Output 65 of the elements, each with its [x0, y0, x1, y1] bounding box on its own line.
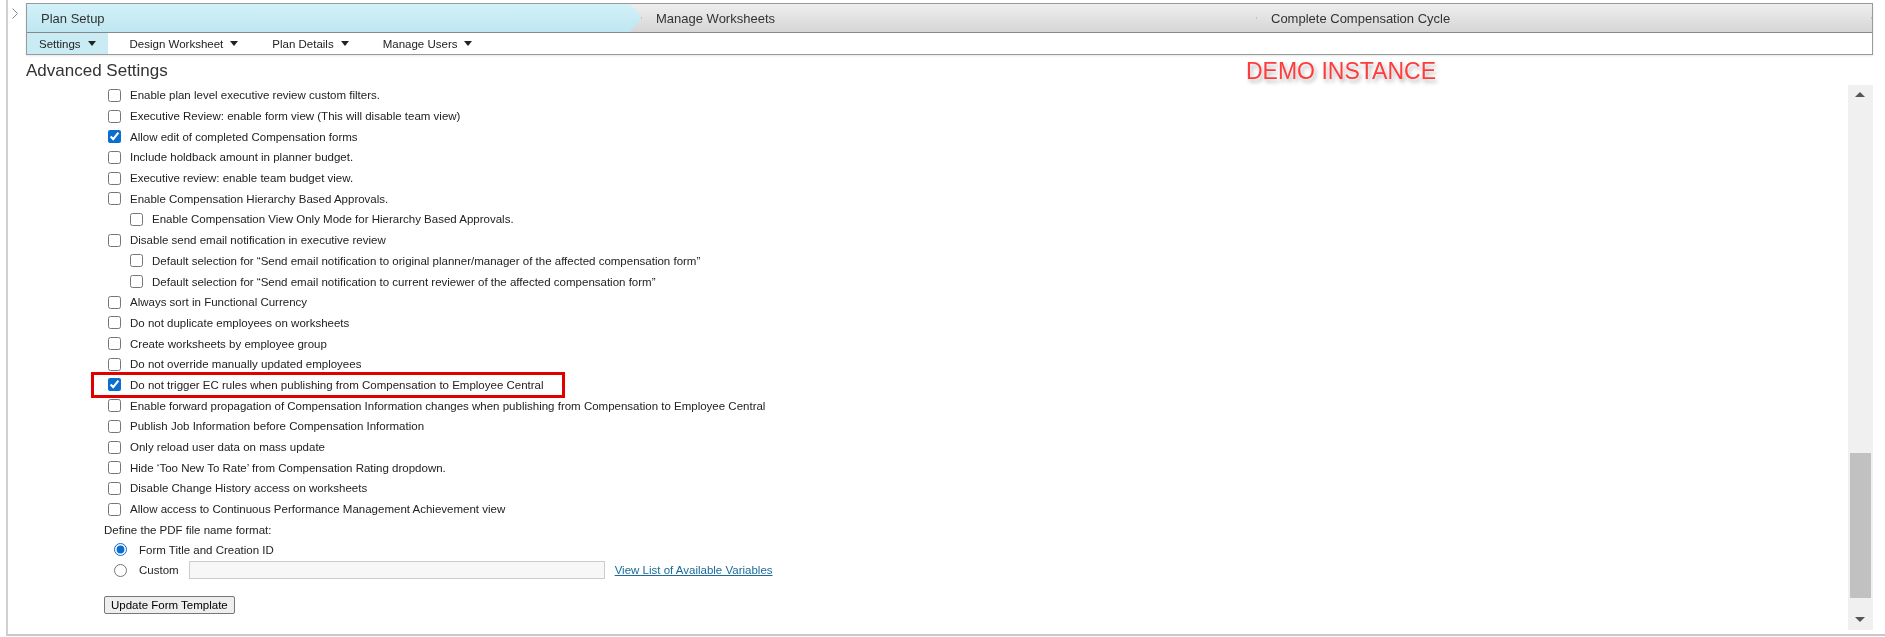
checkbox[interactable]: [108, 295, 121, 309]
checkbox[interactable]: [108, 440, 121, 454]
option-label: Executive Review: enable form view (This will disable team view): [130, 110, 461, 123]
checkbox[interactable]: [108, 481, 121, 495]
menu-tab[interactable]: Settings: [27, 33, 108, 54]
checkbox[interactable]: [108, 399, 121, 413]
option-label: Allow edit of completed Compensation forms: [130, 130, 358, 143]
option-label: Enable Compensation Hierarchy Based Approvals.: [130, 192, 389, 205]
menu-tab[interactable]: Plan Details: [260, 33, 361, 54]
option-label: Default selection for “Send email notification to original planner/manager of the affected compensation form”: [152, 254, 701, 267]
radio-label: Form Title and Creation ID: [139, 543, 274, 556]
step-tab[interactable]: Complete Compensation Cycle: [1257, 4, 1872, 32]
option-label: Enable forward propagation of Compensation Information changes when publishing from Compensation to Employee Central: [130, 399, 766, 412]
menu-tab[interactable]: Design Worksheet: [117, 33, 251, 54]
option-label: Enable plan level executive review custom filters.: [130, 89, 380, 102]
option-label: Do not duplicate employees on worksheets: [130, 316, 350, 329]
variables-link[interactable]: View List of Available Variables: [614, 564, 773, 577]
radio-button[interactable]: [114, 543, 127, 557]
checkbox[interactable]: [108, 171, 121, 185]
checkbox[interactable]: [108, 130, 121, 144]
checkbox[interactable]: [108, 316, 121, 330]
format-label: Define the PDF file name format:: [104, 523, 272, 539]
option-label: Allow access to Continuous Performance Management Achievement view: [130, 503, 506, 516]
scrollbar[interactable]: [1848, 85, 1873, 630]
option-label: Do not override manually updated employees: [130, 358, 362, 371]
update-form-template-button[interactable]: Update Form Template: [104, 595, 235, 614]
checkbox[interactable]: [108, 88, 121, 102]
step-tab[interactable]: Plan Setup: [27, 4, 642, 32]
caret-icon: [464, 41, 473, 46]
expand-chevron-icon[interactable]: [12, 8, 18, 19]
option-label: Create worksheets by employee group: [130, 337, 327, 350]
checkbox[interactable]: [130, 212, 143, 226]
option-label: Disable Change History access on worksheets: [130, 482, 368, 495]
option-label: Disable send email notification in executive review: [130, 234, 386, 247]
checkbox[interactable]: [108, 461, 121, 475]
checkbox[interactable]: [130, 254, 143, 268]
checkbox[interactable]: [108, 378, 121, 392]
checkbox[interactable]: [108, 337, 121, 351]
option-label: Executive review: enable team budget view.: [130, 172, 354, 185]
caret-icon: [340, 41, 349, 46]
checkbox[interactable]: [108, 150, 121, 164]
caret-icon: [230, 41, 239, 46]
scrollbar-thumb[interactable]: [1850, 453, 1871, 598]
option-label: Only reload user data on mass update: [130, 441, 325, 454]
step-tab[interactable]: Manage Worksheets: [642, 4, 1257, 32]
radio-label: Custom: [139, 564, 179, 577]
option-label: Default selection for “Send email notification to current reviewer of the affected compensation form”: [152, 275, 656, 288]
menu-tab[interactable]: Manage Users: [370, 33, 485, 54]
option-label: Do not trigger EC rules when publishing from Compensation to Employee Central: [130, 378, 544, 391]
checkbox[interactable]: [130, 275, 143, 289]
checkbox[interactable]: [108, 233, 121, 247]
option-label: Hide ‘Too New To Rate’ from Compensation Rating dropdown.: [130, 461, 446, 474]
radio-button[interactable]: [114, 563, 127, 577]
option-label: Include holdback amount in planner budget.: [130, 151, 354, 164]
checkbox[interactable]: [108, 192, 121, 206]
caret-icon: [87, 41, 96, 46]
demo-instance-label: DEMO INSTANCE: [1246, 57, 1436, 85]
option-label: Enable Compensation View Only Mode for Hierarchy Based Approvals.: [152, 213, 514, 226]
checkbox[interactable]: [108, 419, 121, 433]
option-label: Publish Job Information before Compensation Information: [130, 420, 425, 433]
option-label: Always sort in Functional Currency: [130, 296, 308, 309]
page-title: Advanced Settings: [26, 61, 169, 81]
checkbox[interactable]: [108, 357, 121, 371]
checkbox[interactable]: [108, 109, 121, 123]
checkbox[interactable]: [108, 502, 121, 516]
